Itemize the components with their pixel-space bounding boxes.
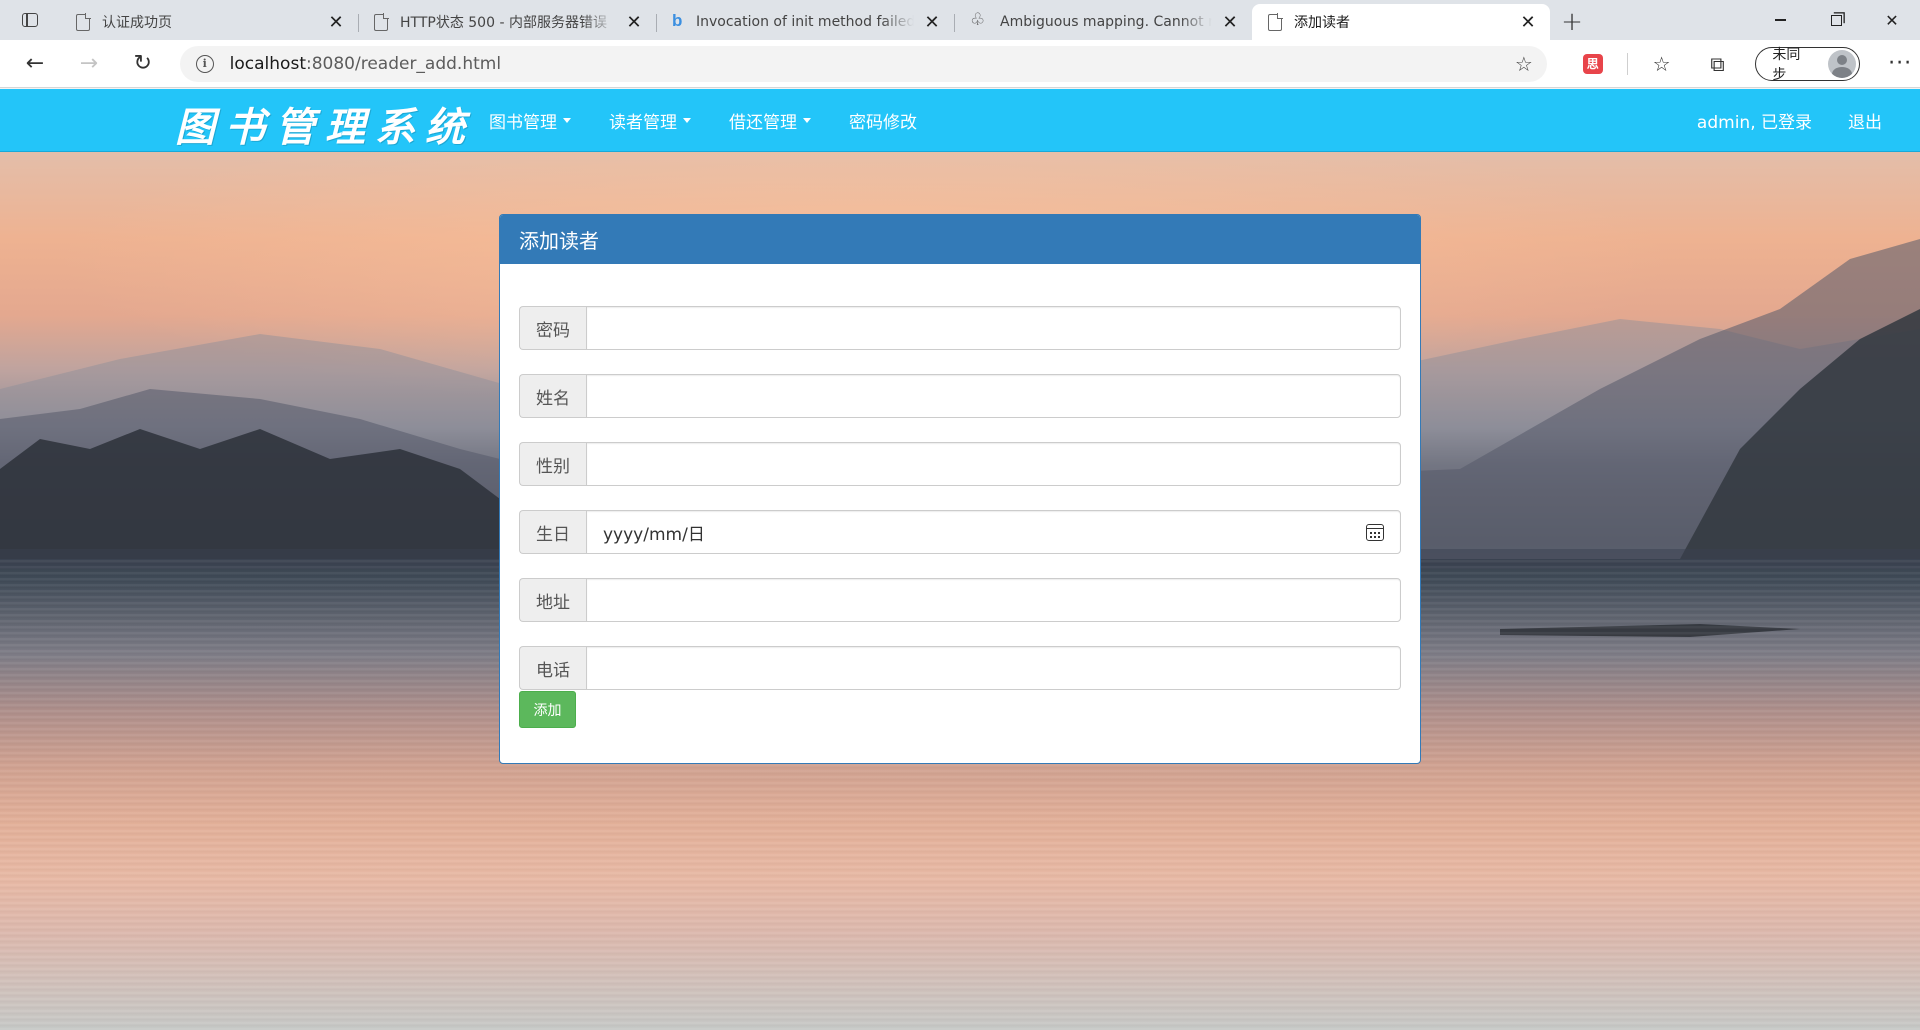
browser-tab[interactable]: Invocation of init method failed; nested… — [656, 4, 954, 40]
address-label: 地址 — [519, 578, 586, 622]
arrow-right-icon: → — [79, 51, 99, 76]
tab-title: Ambiguous mapping. Cannot map — [1000, 14, 1212, 30]
page-viewport: 图书管理系统 图书管理 读者管理 借还管理 密码修改 admin, 已登录 退出 — [0, 89, 1920, 1030]
nav-label: 密码修改 — [849, 112, 917, 133]
url-path: :8080/reader_add.html — [305, 53, 502, 74]
nav-borrow-management[interactable]: 借还管理 — [710, 89, 830, 151]
tab-title: HTTP状态 500 - 内部服务器错误 — [400, 15, 607, 31]
close-icon[interactable]: ✕ — [326, 12, 346, 33]
gender-field[interactable] — [586, 442, 1401, 486]
add-reader-form: 密码 姓名 性别 生日 yyyy/mm/日 地址 电话 添加 — [500, 264, 1420, 728]
close-icon[interactable]: ✕ — [922, 12, 942, 33]
nav-book-management[interactable]: 图书管理 — [470, 89, 590, 151]
refresh-icon: ↻ — [133, 51, 152, 76]
page-icon — [76, 13, 91, 31]
info-icon[interactable]: i — [195, 54, 214, 73]
add-button[interactable]: 添加 — [519, 691, 576, 728]
phone-label: 电话 — [519, 646, 586, 690]
browser-tab[interactable]: Ambiguous mapping. Cannot map ✕ — [954, 4, 1252, 40]
browser-tab-strip: 认证成功页 ✕ HTTP状态 500 - 内部服务器错误 ✕ Invocatio… — [0, 0, 1920, 40]
page-icon — [1268, 13, 1283, 31]
calendar-icon[interactable] — [1366, 523, 1384, 541]
extension-icon: 思 — [1582, 53, 1603, 74]
password-label: 密码 — [519, 306, 586, 350]
url-text: localhost:8080/reader_add.html — [230, 54, 1515, 74]
browser-tab[interactable]: 认证成功页 ✕ — [60, 4, 358, 40]
nav-change-password[interactable]: 密码修改 — [830, 89, 936, 151]
browser-toolbar: 思 ☆ ⧉ 未同步 ··· — [1565, 46, 1920, 83]
add-reader-panel: 添加读者 密码 姓名 性别 生日 yyyy/mm/日 地址 电话 添加 — [499, 214, 1421, 764]
favorites-icon: ☆ — [1652, 51, 1671, 76]
phone-field[interactable] — [586, 646, 1401, 690]
refresh-button[interactable]: ↻ — [116, 44, 170, 84]
window-controls: ✕ — [1752, 0, 1920, 40]
close-icon[interactable]: ✕ — [1220, 12, 1240, 33]
app-navbar: 图书管理系统 图书管理 读者管理 借还管理 密码修改 admin, 已登录 退出 — [0, 89, 1920, 152]
nav-label: 读者管理 — [609, 112, 677, 133]
new-tab-button[interactable]: + — [1550, 4, 1594, 40]
ellipsis-icon: ··· — [1888, 51, 1913, 76]
collections-button[interactable]: ⧉ — [1698, 46, 1738, 82]
name-row: 姓名 — [519, 374, 1401, 418]
close-icon[interactable]: ✕ — [624, 12, 644, 33]
browser-tab-active[interactable]: 添加读者 ✕ — [1252, 4, 1550, 40]
birthday-label: 生日 — [519, 510, 586, 554]
add-favorite-icon[interactable]: ☆ — [1515, 52, 1533, 76]
brand-logo[interactable]: 图书管理系统 — [175, 95, 475, 153]
gender-row: 性别 — [519, 442, 1401, 486]
page-icon — [374, 13, 389, 31]
avatar — [1828, 49, 1857, 78]
tab-title: Invocation of init method failed; nested… — [696, 14, 914, 30]
tab-title: 添加读者 — [1294, 15, 1350, 31]
birthday-row: 生日 yyyy/mm/日 — [519, 510, 1401, 554]
spring-icon — [970, 10, 988, 31]
close-icon[interactable]: ✕ — [1518, 12, 1538, 33]
profile-button[interactable]: 未同步 — [1755, 46, 1861, 83]
password-field[interactable] — [586, 306, 1401, 350]
back-button[interactable]: ← — [8, 44, 62, 84]
favorites-button[interactable]: ☆ — [1642, 46, 1682, 82]
tab-actions-icon — [22, 13, 38, 27]
user-menu: admin, 已登录 退出 — [1679, 89, 1900, 151]
caret-down-icon — [803, 117, 811, 123]
birthday-placeholder: yyyy/mm/日 — [603, 524, 705, 545]
nav-label: 借还管理 — [729, 112, 797, 133]
main-menu: 图书管理 读者管理 借还管理 密码修改 — [470, 89, 936, 151]
address-field[interactable] — [586, 578, 1401, 622]
name-field[interactable] — [586, 374, 1401, 418]
plus-icon: + — [1561, 7, 1583, 37]
url-host: localhost — [229, 53, 306, 74]
password-row: 密码 — [519, 306, 1401, 350]
nav-label: 图书管理 — [489, 112, 557, 133]
gender-label: 性别 — [519, 442, 586, 486]
browser-tab[interactable]: HTTP状态 500 - 内部服务器错误 ✕ — [358, 4, 656, 40]
extension-button[interactable]: 思 — [1573, 46, 1613, 82]
panel-title: 添加读者 — [500, 215, 1420, 264]
forward-button[interactable]: → — [62, 44, 116, 84]
caret-down-icon — [563, 117, 571, 123]
url-field[interactable]: i localhost:8080/reader_add.html ☆ — [179, 45, 1547, 82]
nav-reader-management[interactable]: 读者管理 — [590, 89, 710, 151]
more-menu-button[interactable]: ··· — [1880, 51, 1920, 76]
tab-title: 认证成功页 — [102, 15, 172, 31]
user-status-link[interactable]: admin, 已登录 — [1679, 89, 1830, 151]
phone-row: 电话 — [519, 646, 1401, 690]
birthday-date-field[interactable]: yyyy/mm/日 — [586, 510, 1401, 554]
address-row: 地址 — [519, 578, 1401, 622]
tab-actions-button[interactable] — [0, 0, 60, 40]
address-bar: ← → ↻ i localhost:8080/reader_add.html ☆… — [0, 40, 1920, 88]
logout-link[interactable]: 退出 — [1830, 89, 1900, 151]
restore-button[interactable] — [1808, 0, 1864, 40]
minimize-button[interactable] — [1752, 0, 1808, 40]
profile-label: 未同步 — [1772, 46, 1801, 83]
name-label: 姓名 — [519, 374, 586, 418]
arrow-left-icon: ← — [25, 51, 45, 76]
collections-icon: ⧉ — [1710, 51, 1725, 76]
bing-icon — [672, 11, 684, 31]
caret-down-icon — [683, 117, 691, 123]
toolbar-divider — [1626, 52, 1628, 75]
window-close-button[interactable]: ✕ — [1864, 0, 1920, 40]
